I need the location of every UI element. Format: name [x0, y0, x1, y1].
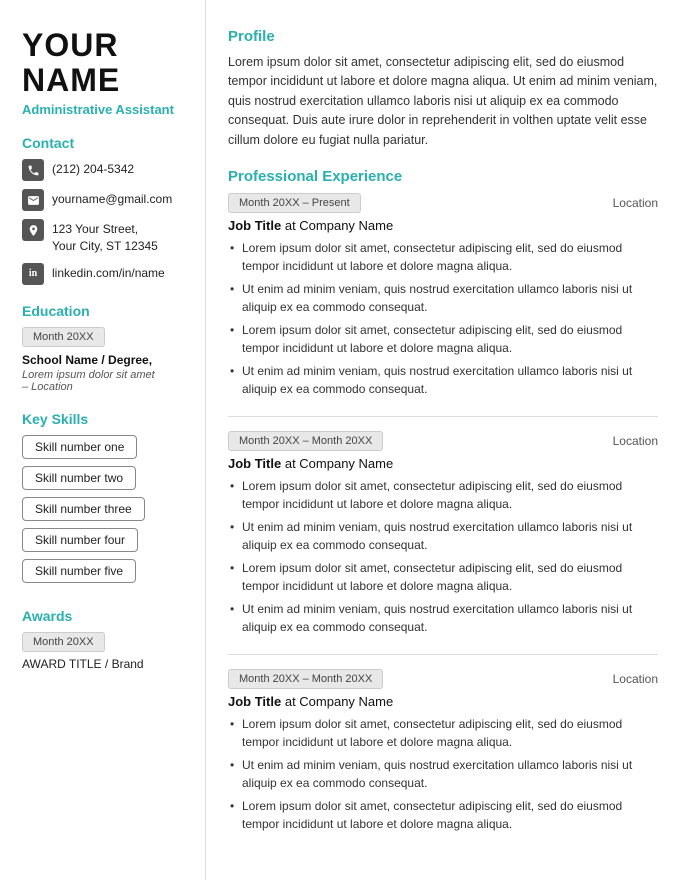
sidebar: YOUR NAME Administrative Assistant Conta… — [0, 0, 205, 880]
skills-list: Skill number one Skill number two Skill … — [22, 435, 187, 590]
contact-address: 123 Your Street,Your City, ST 12345 — [22, 219, 187, 255]
education-detail: Lorem ipsum dolor sit amet– Location — [22, 369, 187, 393]
job-title: Administrative Assistant — [22, 102, 187, 117]
exp-2-location: Location — [613, 434, 658, 448]
exp-3-location: Location — [613, 672, 658, 686]
skill-4[interactable]: Skill number four — [22, 528, 138, 552]
bullet: Lorem ipsum dolor sit amet, consectetur … — [228, 715, 658, 751]
exp-3-header: Month 20XX – Month 20XX Location — [228, 669, 658, 689]
exp-1-header: Month 20XX – Present Location — [228, 193, 658, 213]
full-name: YOUR NAME — [22, 28, 187, 98]
awards-heading: Awards — [22, 608, 187, 624]
bullet: Lorem ipsum dolor sit amet, consectetur … — [228, 797, 658, 833]
contact-phone: (212) 204-5342 — [22, 159, 187, 181]
address-text: 123 Your Street,Your City, ST 12345 — [52, 219, 158, 255]
experience-1: Month 20XX – Present Location Job Title … — [228, 193, 658, 398]
skill-5[interactable]: Skill number five — [22, 559, 136, 583]
divider-1 — [228, 416, 658, 417]
skill-3[interactable]: Skill number three — [22, 497, 145, 521]
phone-text: (212) 204-5342 — [52, 159, 134, 178]
education-school: School Name / Degree, — [22, 353, 187, 367]
exp-2-date: Month 20XX – Month 20XX — [228, 431, 383, 451]
exp-2-bullets: Lorem ipsum dolor sit amet, consectetur … — [228, 477, 658, 636]
award-title: AWARD TITLE / Brand — [22, 657, 187, 671]
contact-linkedin: in linkedin.com/in/name — [22, 263, 187, 285]
profile-text: Lorem ipsum dolor sit amet, consectetur … — [228, 53, 658, 150]
skills-heading: Key Skills — [22, 411, 187, 427]
bullet: Lorem ipsum dolor sit amet, consectetur … — [228, 477, 658, 513]
bullet: Ut enim ad minim veniam, quis nostrud ex… — [228, 362, 658, 398]
divider-2 — [228, 654, 658, 655]
skill-1[interactable]: Skill number one — [22, 435, 137, 459]
experience-heading: Professional Experience — [228, 168, 658, 185]
exp-2-title: Job Title at Company Name — [228, 456, 658, 471]
skill-2[interactable]: Skill number two — [22, 466, 136, 490]
education-heading: Education — [22, 303, 187, 319]
phone-icon — [22, 159, 44, 181]
award-date: Month 20XX — [22, 632, 105, 652]
experience-3: Month 20XX – Month 20XX Location Job Tit… — [228, 669, 658, 833]
bullet: Ut enim ad minim veniam, quis nostrud ex… — [228, 518, 658, 554]
bullet: Lorem ipsum dolor sit amet, consectetur … — [228, 321, 658, 357]
experience-2: Month 20XX – Month 20XX Location Job Tit… — [228, 431, 658, 636]
resume-container: YOUR NAME Administrative Assistant Conta… — [0, 0, 680, 880]
exp-3-title: Job Title at Company Name — [228, 694, 658, 709]
email-text: yourname@gmail.com — [52, 189, 172, 208]
location-icon — [22, 219, 44, 241]
contact-email: yourname@gmail.com — [22, 189, 187, 211]
linkedin-icon: in — [22, 263, 44, 285]
bullet: Lorem ipsum dolor sit amet, consectetur … — [228, 559, 658, 595]
exp-3-bullets: Lorem ipsum dolor sit amet, consectetur … — [228, 715, 658, 833]
bullet: Ut enim ad minim veniam, quis nostrud ex… — [228, 756, 658, 792]
name-block: YOUR NAME Administrative Assistant — [22, 28, 187, 117]
linkedin-text: linkedin.com/in/name — [52, 263, 165, 282]
email-icon — [22, 189, 44, 211]
contact-heading: Contact — [22, 135, 187, 151]
education-date: Month 20XX — [22, 327, 105, 347]
exp-1-title: Job Title at Company Name — [228, 218, 658, 233]
bullet: Ut enim ad minim veniam, quis nostrud ex… — [228, 280, 658, 316]
profile-heading: Profile — [228, 28, 658, 45]
main-content: Profile Lorem ipsum dolor sit amet, cons… — [205, 0, 680, 880]
exp-1-location: Location — [613, 196, 658, 210]
exp-2-header: Month 20XX – Month 20XX Location — [228, 431, 658, 451]
exp-1-date: Month 20XX – Present — [228, 193, 361, 213]
exp-3-date: Month 20XX – Month 20XX — [228, 669, 383, 689]
bullet: Ut enim ad minim veniam, quis nostrud ex… — [228, 600, 658, 636]
bullet: Lorem ipsum dolor sit amet, consectetur … — [228, 239, 658, 275]
exp-1-bullets: Lorem ipsum dolor sit amet, consectetur … — [228, 239, 658, 398]
